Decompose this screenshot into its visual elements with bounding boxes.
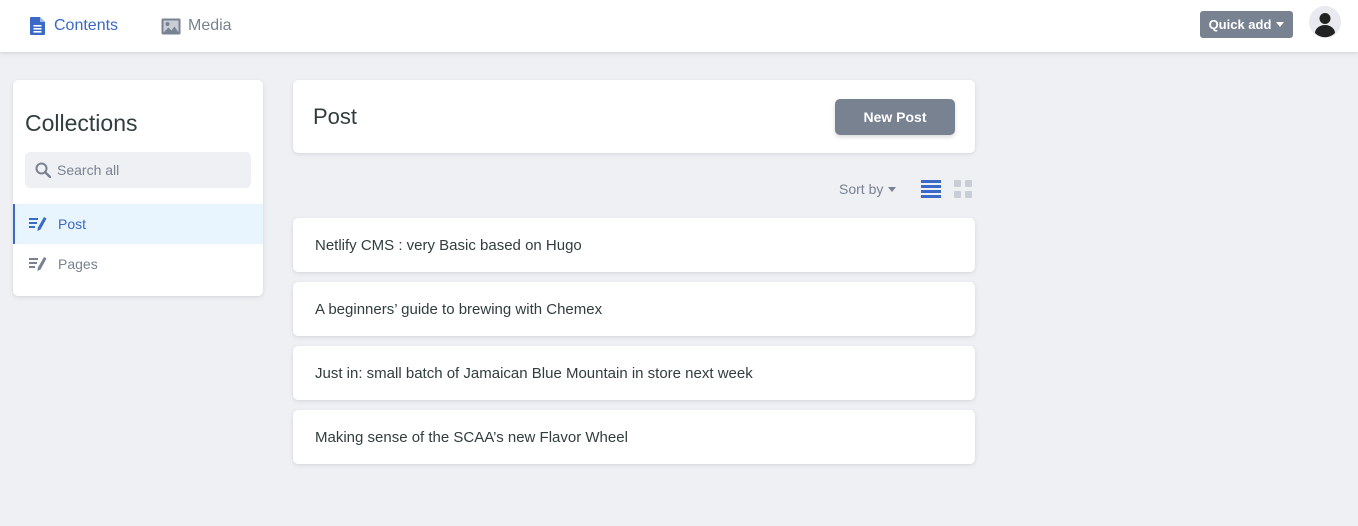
edit-list-icon: [29, 256, 47, 272]
collection-header: Post New Post: [293, 80, 975, 153]
search-input[interactable]: [25, 152, 251, 188]
list-item[interactable]: A beginners’ guide to brewing with Cheme…: [293, 282, 975, 336]
list-view-icon[interactable]: [921, 180, 941, 198]
top-navigation-bar: Contents Media Quick add: [0, 0, 1358, 52]
list-item[interactable]: Netlify CMS : very Basic based on Hugo: [293, 218, 975, 272]
page-title: Post: [313, 104, 358, 129]
grid-view-icon[interactable]: [954, 180, 972, 198]
chevron-down-icon: [888, 186, 897, 192]
search-icon: [35, 162, 52, 183]
sort-by-dropdown[interactable]: Sort by: [839, 180, 897, 198]
sidebar-item-pages[interactable]: Pages: [13, 244, 263, 284]
collections-sidebar: Collections Post: [13, 80, 263, 296]
new-post-button[interactable]: New Post: [835, 99, 955, 135]
sidebar-title: Collections: [25, 110, 138, 136]
quick-add-button[interactable]: Quick add: [1200, 11, 1293, 38]
tab-media[interactable]: Media: [161, 0, 232, 52]
tab-contents[interactable]: Contents: [29, 0, 118, 52]
quick-add-label: Quick add: [1208, 17, 1272, 32]
list-item[interactable]: Just in: small batch of Jamaican Blue Mo…: [293, 346, 975, 400]
edit-list-icon: [29, 216, 47, 232]
image-icon: [161, 18, 181, 35]
sort-by-label: Sort by: [839, 181, 884, 197]
tab-media-label: Media: [188, 17, 232, 34]
sidebar-item-label: Post: [58, 216, 87, 232]
list-item[interactable]: Making sense of the SCAA’s new Flavor Wh…: [293, 410, 975, 464]
user-avatar-icon[interactable]: [1309, 6, 1341, 38]
sidebar-item-label: Pages: [58, 256, 98, 272]
search-box: [25, 152, 251, 188]
sidebar-item-post[interactable]: Post: [13, 204, 263, 244]
tab-contents-label: Contents: [54, 17, 119, 34]
document-icon: [29, 16, 47, 36]
chevron-down-icon: [1276, 22, 1285, 27]
